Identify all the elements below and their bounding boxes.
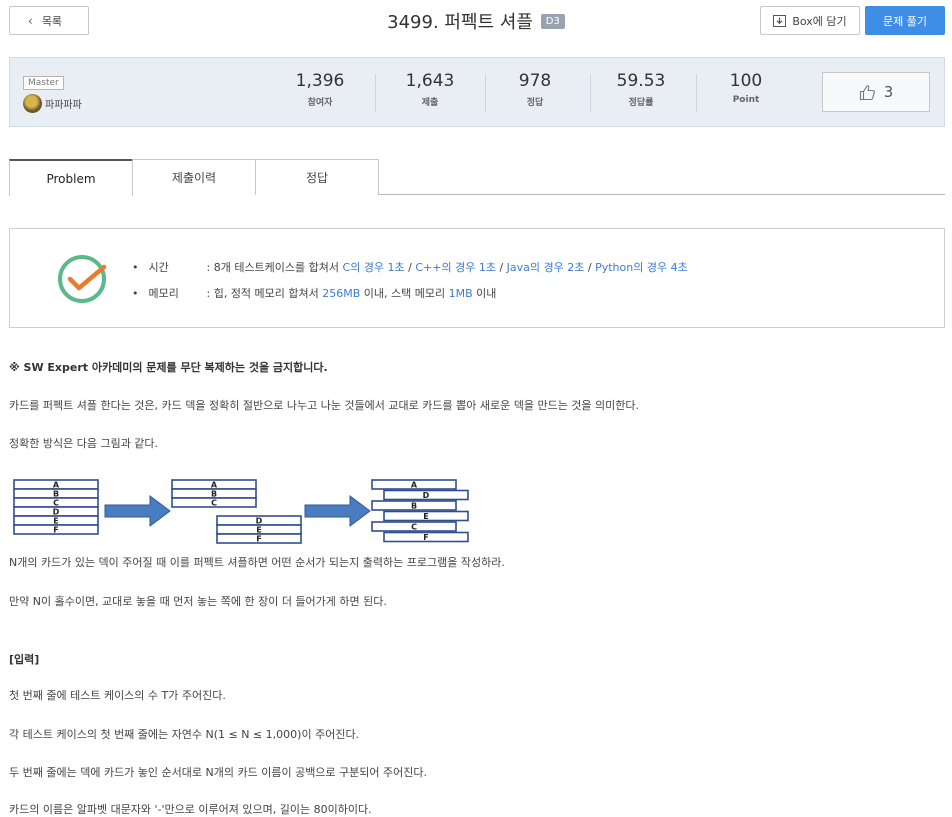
description-paragraph: 만약 N이 홀수이면, 교대로 놓을 때 먼저 놓는 쪽에 한 장이 더 들어가… <box>9 595 387 608</box>
memory-mid: 이내, 스택 메모리 <box>360 287 449 300</box>
time-cpp: C++의 경우 1초 <box>415 261 496 274</box>
card-label: C <box>211 499 217 508</box>
separator: / <box>584 261 596 274</box>
card-label: F <box>423 533 428 542</box>
time-key: 시간 <box>148 261 169 274</box>
header: ‹ 목록 3499. 퍼펙트 셔플 D3 Box에 담기 문제 풀기 <box>0 0 952 44</box>
stat-label: 제출 <box>421 98 439 108</box>
stat-label: 정답률 <box>628 98 654 108</box>
separator: / <box>495 261 507 274</box>
tab-problem[interactable]: Problem <box>9 159 133 196</box>
stat-value: 59.53 <box>616 71 666 91</box>
thumbs-up-icon <box>859 84 875 100</box>
memory-limit-row: • 메모리 : 힙, 정적 메모리 합쳐서 256MB 이내, 스택 메모리 1MB… <box>132 285 496 301</box>
input-paragraph: 카드의 이름은 알파벳 대문자와 '-'만으로 이루어져 있으며, 길이는 80… <box>9 803 372 816</box>
bottom-half-deck: DEF <box>216 515 302 544</box>
author[interactable]: 파파파파 <box>23 94 82 113</box>
tab-submission-history[interactable]: 제출이력 <box>132 159 256 195</box>
separator: / <box>404 261 416 274</box>
add-to-box-button[interactable]: Box에 담기 <box>760 6 860 35</box>
stat-submissions: 1,643 제출 <box>380 71 480 108</box>
card-label: E <box>256 526 261 535</box>
arrow-icon <box>304 495 371 527</box>
stat-correct: 978 정답 <box>485 71 585 108</box>
memory-stack: 1MB <box>448 287 473 300</box>
stat-value: 978 <box>518 71 552 91</box>
problem-title: 3499. 퍼펙트 셔플 <box>387 12 533 33</box>
input-paragraph: 두 번째 줄에는 덱에 카드가 놓인 순서대로 N개의 카드 이름이 공백으로 … <box>9 766 428 779</box>
card-label: A <box>211 481 218 490</box>
stat-value: 100 <box>729 71 763 91</box>
shuffled-deck: ADBECF <box>371 479 469 543</box>
card-label: D <box>256 517 263 526</box>
description-paragraph: 카드를 퍼펙트 셔플 한다는 것은, 카드 덱을 정확히 절반으로 나누고 나눈… <box>9 399 640 412</box>
description-paragraph: N개의 카드가 있는 덱이 주어질 때 이를 퍼펙트 셔플하면 어떤 순서가 되… <box>9 556 505 569</box>
check-icon <box>54 249 114 309</box>
card-label: B <box>53 490 59 499</box>
card-label: F <box>256 535 261 544</box>
card-label: B <box>411 502 417 511</box>
card-label: D <box>423 491 430 500</box>
divider <box>375 74 376 112</box>
memory-key: 메모리 <box>148 287 179 300</box>
stat-value: 1,643 <box>405 71 455 91</box>
stats-panel: Master 파파파파 1,396 참여자 1,643 제출 978 정답 59… <box>9 57 945 127</box>
copyright-notice: ※ SW Expert 아카데미의 문제를 무단 복제하는 것을 금지합니다. <box>9 361 328 374</box>
full-deck: ABCDEF <box>13 479 99 535</box>
card-label: C <box>53 499 59 508</box>
stat-value: 1,396 <box>295 71 345 91</box>
stat-label: Point <box>732 95 760 105</box>
limits-box: • 시간 : 8개 테스트케이스를 합쳐서 C의 경우 1초 / C++의 경우 1… <box>9 228 945 328</box>
level-badge: D3 <box>540 13 565 29</box>
author-rank-badge: Master <box>23 76 64 90</box>
like-count: 3 <box>883 83 894 101</box>
solve-problem-button[interactable]: 문제 풀기 <box>865 6 945 35</box>
card-label: A <box>411 481 418 490</box>
author-name: 파파파파 <box>45 100 82 111</box>
time-python: Python의 경우 4초 <box>595 261 688 274</box>
input-heading: [입력] <box>9 653 40 666</box>
avatar <box>23 94 42 113</box>
top-half-deck: ABC <box>171 479 257 508</box>
arrow-icon <box>104 495 171 527</box>
stat-point: 100 Point <box>696 71 796 105</box>
stat-label: 정답 <box>526 98 544 108</box>
card-label: D <box>53 508 60 517</box>
tab-bar: Problem 제출이력 정답 <box>9 159 945 196</box>
stat-accuracy: 59.53 정답률 <box>591 71 691 108</box>
card-label: A <box>53 481 60 490</box>
tab-answer[interactable]: 정답 <box>255 159 379 195</box>
description-paragraph: 정확한 방식은 다음 그림과 같다. <box>9 437 159 450</box>
card-label: C <box>411 523 417 532</box>
stat-participants: 1,396 참여자 <box>270 71 370 108</box>
box-label: Box에 담기 <box>792 14 847 28</box>
download-box-icon <box>773 14 787 27</box>
bullet: • <box>132 287 139 300</box>
memory-suffix: 이내 <box>472 287 497 300</box>
card-label: E <box>423 512 428 521</box>
time-c: C의 경우 1초 <box>342 261 405 274</box>
time-prefix: : 8개 테스트케이스를 합쳐서 <box>206 261 343 274</box>
card-label: F <box>53 526 58 535</box>
card-label: E <box>53 517 58 526</box>
memory-prefix: : 힙, 정적 메모리 합쳐서 <box>206 287 323 300</box>
bullet: • <box>132 261 139 274</box>
like-button[interactable]: 3 <box>822 72 930 112</box>
memory-heap: 256MB <box>322 287 361 300</box>
time-java: Java의 경우 2초 <box>506 261 585 274</box>
card-label: B <box>211 490 217 499</box>
input-paragraph: 각 테스트 케이스의 첫 번째 줄에는 자연수 N(1 ≤ N ≤ 1,000)… <box>9 728 360 741</box>
time-limit-row: • 시간 : 8개 테스트케이스를 합쳐서 C의 경우 1초 / C++의 경우 1… <box>132 259 688 275</box>
stat-label: 참여자 <box>307 98 333 108</box>
input-paragraph: 첫 번째 줄에 테스트 케이스의 수 T가 주어진다. <box>9 689 226 702</box>
perfect-shuffle-diagram: ABCDEF ABC DEF ADBECF <box>13 479 469 544</box>
